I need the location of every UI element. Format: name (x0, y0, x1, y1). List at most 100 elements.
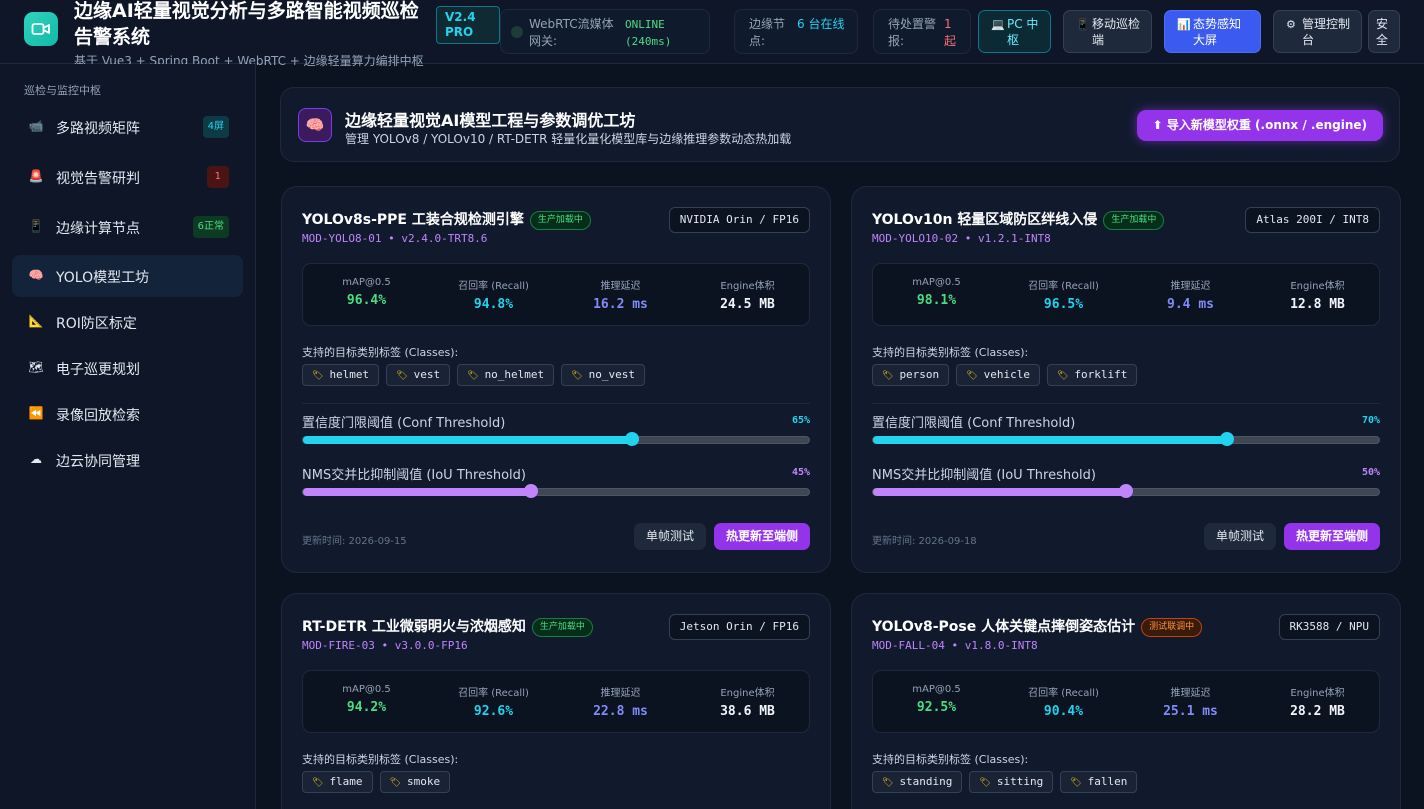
updated-time: 更新时间: 2026-09-18 (872, 536, 977, 547)
sidebar-item-yolo-workshop[interactable]: 🧠 YOLO模型工坊 (12, 255, 243, 297)
classes-label: 支持的目标类别标签 (Classes): (872, 753, 1029, 766)
phone-icon: 📱 (28, 219, 44, 233)
sidebar-item-alarm-review[interactable]: 🚨 视觉告警研判 1 (12, 156, 243, 198)
sidebar-item-playback[interactable]: ⏪ 录像回放检索 (12, 393, 243, 435)
model-card: YOLOv10n 轻量区域防区绊线入侵 生产加载中 MOD-YOLO10-02 •… (851, 186, 1401, 573)
model-name: YOLOv8s-PPE 工装合规检测引擎 (302, 212, 524, 228)
laptop-icon: 💻 (991, 18, 1005, 31)
metric-label: 推理延迟 (600, 688, 641, 699)
slider-handle[interactable] (1220, 432, 1235, 446)
metric-label: 召回率 (Recall) (1028, 688, 1099, 699)
hardware-badge: Jetson Orin / FP16 (668, 614, 810, 640)
model-id-version: MOD-YOLO8-01 • v2.4.0-TRT8.6 (302, 232, 488, 245)
map-value: 94.2% (346, 700, 387, 715)
gear-icon: ⚙ (1286, 18, 1296, 31)
pc-hub-button[interactable]: 💻 PC 中枢 (978, 10, 1051, 53)
sidebar-badge: 1 (206, 166, 229, 188)
class-tag: 🏷 forklift (1046, 364, 1138, 386)
nms-threshold-label: NMS交并比抑制阈值 (IoU Threshold) (302, 468, 526, 483)
upload-icon: ⬆ (1152, 118, 1163, 132)
page-subtitle: 管理 YOLOv8 / YOLOv10 / RT-DETR 轻量化量化模型库与边… (345, 132, 792, 146)
brain-icon: 🧠 (28, 268, 44, 282)
security-button[interactable]: 安全 (1368, 10, 1400, 53)
hot-update-button[interactable]: 热更新至端侧 (713, 523, 810, 550)
sidebar-item-edge-nodes[interactable]: 📱 边缘计算节点 6正常 (12, 206, 243, 248)
admin-console-button[interactable]: ⚙ 管理控制台 (1273, 10, 1362, 53)
conf-threshold-value: 70% (1361, 415, 1380, 426)
mobile-inspection-button[interactable]: 📱 移动巡检端 (1063, 10, 1152, 53)
metric-label: Engine体积 (720, 281, 775, 292)
import-model-button[interactable]: ⬆ 导入新模型权重 (.onnx / .engine) (1136, 110, 1383, 141)
metric-label: 推理延迟 (1170, 281, 1211, 292)
sidebar: 巡检与监控中枢 📹 多路视频矩阵 4屏 🚨 视觉告警研判 1 📱 边缘计算节点 … (0, 64, 256, 809)
conf-threshold-label: 置信度门限阈值 (Conf Threshold) (302, 416, 506, 431)
conf-threshold-label: 置信度门限阈值 (Conf Threshold) (872, 416, 1076, 431)
conf-threshold-slider[interactable] (302, 432, 810, 446)
metric-label: 召回率 (Recall) (458, 688, 529, 699)
situation-screen-button[interactable]: 📊 态势感知大屏 (1164, 10, 1261, 53)
tag-icon: 🏷 (1056, 371, 1069, 381)
class-tags: 🏷 standing 🏷 sitting 🏷 fallen (872, 771, 1138, 793)
pending-alarm-label: 待处置警报: (888, 17, 937, 48)
latency-value: 25.1 ms (1163, 704, 1218, 719)
classes-label: 支持的目标类别标签 (Classes): (872, 346, 1029, 359)
model-status-badge: 生产加载中 (529, 211, 591, 230)
metric-label: mAP@0.5 (342, 684, 391, 695)
siren-icon: 🚨 (28, 169, 44, 183)
model-card: RT-DETR 工业微弱明火与浓烟感知 生产加载中 MOD-FIRE-03 • v… (281, 593, 831, 809)
metric-label: mAP@0.5 (342, 277, 391, 288)
mobile-phone-icon: 📱 (1076, 18, 1090, 31)
class-tag: 🏷 standing (872, 771, 963, 793)
metric-label: 召回率 (Recall) (458, 281, 529, 292)
sidebar-item-roi-calibration[interactable]: 📐 ROI防区标定 (12, 301, 243, 343)
page-title: 边缘轻量视觉AI模型工程与参数调优工坊 (345, 111, 636, 130)
nms-threshold-slider[interactable] (872, 484, 1380, 498)
model-status-badge: 测试联调中 (1141, 618, 1203, 637)
nms-threshold-value: 50% (1361, 467, 1380, 478)
model-name: YOLOv10n 轻量区域防区绊线入侵 (872, 212, 1098, 228)
top-header: 边缘AI轻量视觉分析与多路智能视频巡检告警系统 基于 Vue3 + Spring… (0, 0, 1424, 68)
class-tag: 🏷 vehicle (956, 364, 1040, 386)
slider-handle[interactable] (624, 432, 639, 446)
model-name: YOLOv8-Pose 人体关键点摔倒姿态估计 (872, 619, 1136, 635)
single-frame-test-button[interactable]: 单帧测试 (633, 523, 706, 550)
metric-label: Engine体积 (1290, 688, 1345, 699)
map-icon: 🗺 (28, 360, 44, 374)
engine-size-value: 28.2 MB (1290, 704, 1345, 719)
class-tag: 🏷 helmet (302, 364, 380, 386)
single-frame-test-button[interactable]: 单帧测试 (1203, 523, 1276, 550)
model-id-version: MOD-YOLO10-02 • v1.2.1-INT8 (872, 232, 1051, 245)
camera-icon: 📹 (28, 119, 44, 133)
workshop-banner: 🧠 边缘轻量视觉AI模型工程与参数调优工坊 管理 YOLOv8 / YOLOv1… (280, 87, 1400, 162)
hot-update-button[interactable]: 热更新至端侧 (1283, 523, 1380, 550)
sidebar-item-video-matrix[interactable]: 📹 多路视频矩阵 4屏 (12, 106, 243, 148)
metrics-panel: mAP@0.5 96.4% 召回率 (Recall) 94.8% 推理延迟 16.2 … (302, 263, 810, 326)
sidebar-item-patrol-planning[interactable]: 🗺 电子巡更规划 (12, 347, 243, 389)
chart-icon: 📊 (1177, 18, 1191, 31)
class-tags: 🏷 person 🏷 vehicle 🏷 forklift (872, 364, 1138, 386)
edge-node-status: 边缘节点: 6 台在线 (734, 9, 858, 54)
engine-size-value: 38.6 MB (720, 704, 775, 719)
conf-threshold-slider[interactable] (872, 432, 1380, 446)
class-tag: 🏷 no_vest (561, 364, 645, 386)
cloud-icon: ☁ (30, 452, 42, 466)
tag-icon: 🏷 (312, 371, 324, 381)
engine-size-value: 24.5 MB (720, 297, 775, 312)
slider-handle[interactable] (1119, 484, 1133, 498)
metrics-panel: mAP@0.5 98.1% 召回率 (Recall) 96.5% 推理延迟 9.4 m… (872, 263, 1380, 326)
class-tag: 🏷 sitting (969, 771, 1054, 793)
recall-value: 96.5% (1043, 297, 1084, 312)
pending-alarm-value: 1 起 (944, 17, 957, 48)
recall-value: 92.6% (473, 704, 514, 719)
slider-handle[interactable] (523, 484, 538, 498)
gateway-label: WebRTC流媒体网关: (529, 17, 614, 48)
slider-fill (303, 488, 531, 496)
tag-icon: 🏷 (571, 371, 583, 381)
nms-threshold-slider[interactable] (302, 484, 810, 498)
tag-icon: 🏷 (389, 778, 401, 788)
gateway-status: WebRTC流媒体网关: ONLINE (240ms) (500, 9, 710, 54)
updated-time: 更新时间: 2026-09-15 (302, 536, 407, 547)
model-id-version: MOD-FALL-04 • v1.8.0-INT8 (872, 639, 1038, 652)
slider-fill (303, 436, 632, 444)
sidebar-item-edge-cloud[interactable]: ☁ 边云协同管理 (12, 439, 243, 481)
